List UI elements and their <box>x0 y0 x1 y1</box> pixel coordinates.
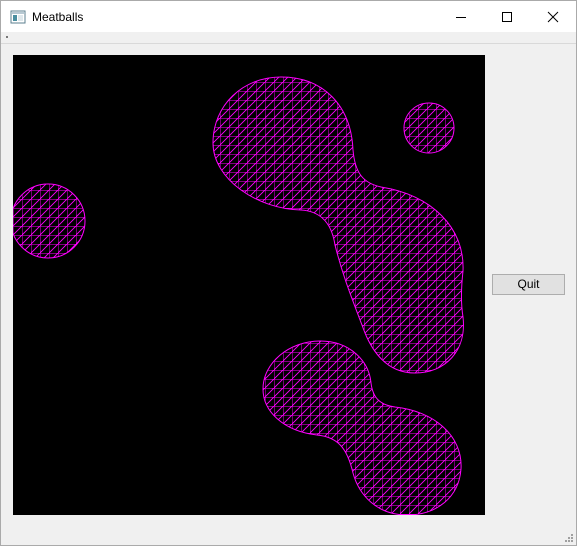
window-title: Meatballs <box>32 10 84 24</box>
maximize-button[interactable] <box>484 1 530 32</box>
minimize-button[interactable] <box>438 1 484 32</box>
quit-button[interactable]: Quit <box>492 274 565 295</box>
resize-grip-icon[interactable] <box>564 533 574 543</box>
meatball-left <box>13 183 86 259</box>
title-bar[interactable]: Meatballs <box>1 1 576 32</box>
minimize-icon <box>456 17 466 18</box>
menu-bar <box>1 32 576 44</box>
menu-grip <box>6 36 8 38</box>
close-icon <box>547 11 559 23</box>
app-icon <box>10 10 26 24</box>
maximize-icon <box>502 12 512 22</box>
meatball-small-top-right <box>403 102 455 154</box>
meatballs-render <box>13 76 464 515</box>
close-button[interactable] <box>530 1 576 32</box>
meatballs-canvas[interactable] <box>13 55 485 515</box>
app-window: Meatballs Quit <box>0 0 577 546</box>
